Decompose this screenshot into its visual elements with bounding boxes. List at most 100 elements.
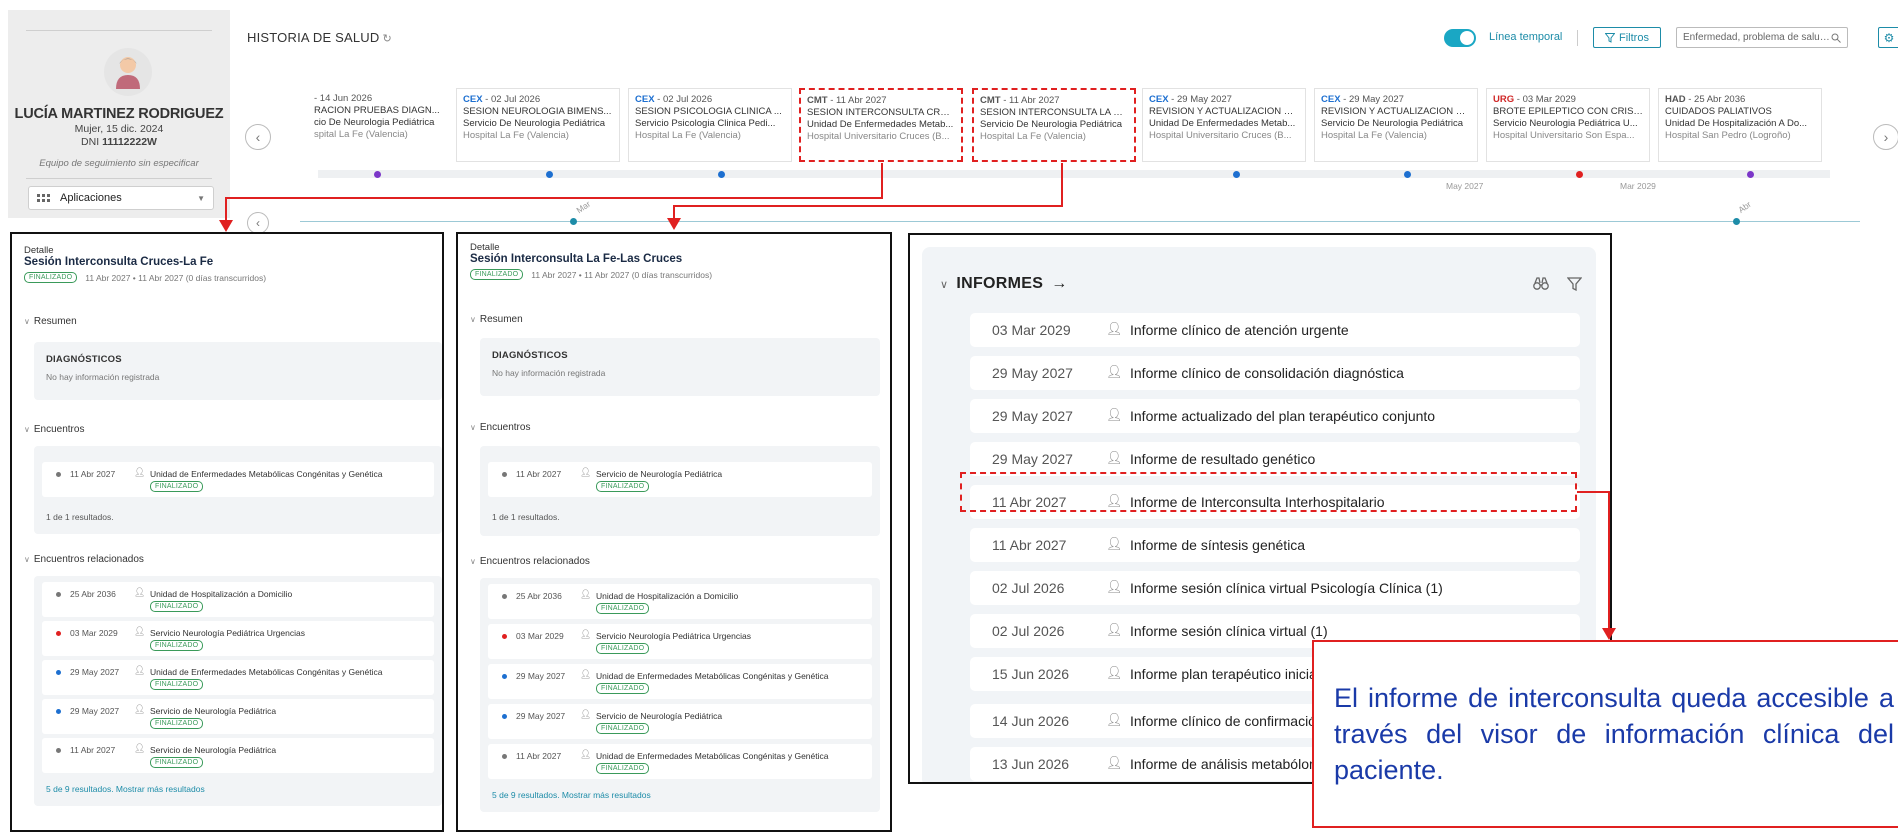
timeline-card[interactable]: CEX - 29 May 2027 REVISION Y ACTUALIZACIO… xyxy=(1314,88,1478,162)
related-encounter-row[interactable]: 11 Abr 2027 👤︎ Unidad de Enfermedades Me… xyxy=(488,744,872,779)
timeline-card-header: CEX - 02 Jul 2026 xyxy=(635,94,785,106)
section-title: Resumen xyxy=(33,316,77,327)
timeline-card[interactable]: CMT - 11 Abr 2027 SESION INTERCONSULTA CR… xyxy=(799,88,963,162)
timeline-dot[interactable] xyxy=(1747,171,1754,178)
informe-name: Informe sesión clínica virtual (1) xyxy=(1130,623,1328,639)
person-icon: 👤︎ xyxy=(1106,364,1123,379)
arrow-down-icon xyxy=(1602,628,1616,640)
informe-row[interactable]: 11 Abr 2027 👤︎ Informe de síntesis genétic… xyxy=(970,528,1580,562)
encounter-type: CMT xyxy=(807,95,828,106)
related-encounter-row[interactable]: 29 May 2027 👤︎ Servicio de Neurología Pe… xyxy=(488,704,872,739)
person-icon: 👤︎ xyxy=(134,626,146,636)
related-encounter-row[interactable]: 11 Abr 2027 👤︎ Servicio de Neurología Pe… xyxy=(42,738,434,773)
patient-card: LUCÍA MARTINEZ RODRIGUEZ Mujer, 15 dic. … xyxy=(8,10,230,218)
timeline-card-hospital: Hospital La Fe (Valencia) xyxy=(980,131,1086,142)
timeline-card[interactable]: - 14 Jun 2026 RACION PRUEBAS DIAGN... cio … xyxy=(284,88,454,162)
timeline-card-service: Servicio Psicologia Clinica Pedi... xyxy=(635,118,776,129)
related-encounter-row[interactable]: 29 May 2027 👤︎ Unidad de Enfermedades Me… xyxy=(488,664,872,699)
diagnosis-title: DIAGNÓSTICOS xyxy=(492,350,568,361)
related-encounter-row[interactable]: 03 Mar 2029 👤︎ Servicio Neurología Pediá… xyxy=(488,624,872,659)
informe-row[interactable]: 29 May 2027 👤︎ Informe actualizado del pla… xyxy=(970,399,1580,433)
axis-prev-button[interactable]: ‹ xyxy=(247,212,269,234)
section-encuentros-toggle[interactable]: ∨ Encuentros xyxy=(24,424,84,435)
show-more-link[interactable]: 5 de 9 resultados. Mostrar más resultado… xyxy=(46,784,205,794)
informe-row[interactable]: 03 Mar 2029 👤︎ Informe clínico de atención… xyxy=(970,313,1580,347)
show-more-link[interactable]: 5 de 9 resultados. Mostrar más resultado… xyxy=(492,790,651,800)
diagnosis-title: DIAGNÓSTICOS xyxy=(46,354,122,365)
encounter-unit: Unidad de Hospitalización a Domicilio xyxy=(150,589,293,599)
timeline-next-button[interactable]: › xyxy=(1873,124,1898,150)
related-encounter-row[interactable]: 03 Mar 2029 👤︎ Servicio Neurología Pediá… xyxy=(42,621,434,656)
detail-dates: 11 Abr 2027 • 11 Abr 2027 (0 días transc… xyxy=(85,272,267,283)
person-icon: 👤︎ xyxy=(1106,622,1123,637)
encounter-row[interactable]: 11 Abr 2027 👤︎ Servicio de Neurología Pe… xyxy=(488,462,872,497)
refresh-icon[interactable]: ↻ xyxy=(382,33,391,45)
encounter-date: 25 Abr 2036 xyxy=(70,589,116,599)
filters-button[interactable]: Filtros xyxy=(1593,27,1661,48)
connector-line xyxy=(225,197,883,199)
informe-date: 29 May 2027 xyxy=(992,451,1073,467)
divider xyxy=(26,178,212,179)
informe-row[interactable]: 29 May 2027 👤︎ Informe clínico de consolid… xyxy=(970,356,1580,390)
person-icon: 👤︎ xyxy=(580,629,592,639)
annotation-text: El informe de interconsulta queda accesi… xyxy=(1334,683,1894,785)
search-input[interactable]: Enfermedad, problema de salud... xyxy=(1676,27,1848,48)
encounter-date: 11 Abr 2027 xyxy=(70,745,116,755)
timeline-dot[interactable] xyxy=(1404,171,1411,178)
diagnosis-box: DIAGNÓSTICOS No hay información registra… xyxy=(34,342,442,400)
filter-icon xyxy=(1605,32,1616,43)
section-relacionados-toggle[interactable]: ∨ Encuentros relacionados xyxy=(24,554,144,565)
status-badge: FINALIZADO xyxy=(150,679,204,690)
timeline-dot[interactable] xyxy=(1233,171,1240,178)
timeline-dot[interactable] xyxy=(374,171,381,178)
encounter-date: - 03 Mar 2029 xyxy=(1514,94,1576,105)
chevron-right-icon: › xyxy=(1883,129,1889,145)
timeline-card-hospital: Hospital La Fe (Valencia) xyxy=(1321,130,1427,141)
related-encounter-row[interactable]: 29 May 2027 👤︎ Unidad de Enfermedades Me… xyxy=(42,660,434,695)
timeline-card[interactable]: CMT - 11 Abr 2027 SESION INTERCONSULTA LA… xyxy=(972,88,1136,162)
related-encounter-row[interactable]: 25 Abr 2036 👤︎ Unidad de Hospitalización… xyxy=(42,582,434,617)
filter-icon[interactable] xyxy=(1566,277,1583,295)
timeline-dot[interactable] xyxy=(546,171,553,178)
timeline-card[interactable]: CEX - 02 Jul 2026 SESION PSICOLOGIA CLINI… xyxy=(628,88,792,162)
timeline-card-service: Servicio Neurologia Pediátrica U... xyxy=(1493,118,1638,129)
timeline-dot[interactable] xyxy=(1576,171,1583,178)
encounter-unit: Unidad de Enfermedades Metabólicas Congé… xyxy=(596,671,829,681)
encounter-date: - 29 May 2027 xyxy=(1340,94,1404,105)
encounter-row[interactable]: 11 Abr 2027 👤︎ Unidad de Enfermedades Me… xyxy=(42,462,434,497)
timeline-card[interactable]: CEX - 02 Jul 2026 SESION NEUROLOGIA BIMEN… xyxy=(456,88,620,162)
person-icon: 👤︎ xyxy=(580,749,592,759)
timeline-card[interactable]: URG - 03 Mar 2029 BROTE EPILEPTICO CON CR… xyxy=(1486,88,1650,162)
section-relacionados-toggle[interactable]: ∨ Encuentros relacionados xyxy=(470,556,590,567)
section-title: Resumen xyxy=(479,314,523,325)
timeline-card[interactable]: CEX - 29 May 2027 REVISION Y ACTUALIZACIO… xyxy=(1142,88,1306,162)
encounter-date: 29 May 2027 xyxy=(516,711,566,721)
binoculars-icon[interactable] xyxy=(1533,277,1549,295)
section-resumen-toggle[interactable]: ∨ Resumen xyxy=(24,316,77,327)
related-encounter-row[interactable]: 29 May 2027 👤︎ Servicio de Neurología Pe… xyxy=(42,699,434,734)
informe-row[interactable]: 29 May 2027 👤︎ Informe de resultado genéti… xyxy=(970,442,1580,476)
section-title: Encuentros xyxy=(479,422,531,433)
timeline-toggle[interactable] xyxy=(1444,29,1476,47)
connector-line xyxy=(673,205,1063,207)
detail-title: Sesión Interconsulta La Fe-Las Cruces xyxy=(470,253,683,265)
status-dot xyxy=(502,674,507,679)
timeline-prev-button[interactable]: ‹ xyxy=(245,124,271,150)
apps-select[interactable]: Aplicaciones ▼ xyxy=(28,186,214,210)
settings-button[interactable]: ⚙ xyxy=(1878,27,1898,48)
informe-date: 29 May 2027 xyxy=(992,365,1073,381)
chevron-down-icon: ∨ xyxy=(940,278,949,291)
timeline-dot[interactable] xyxy=(718,171,725,178)
informe-date: 14 Jun 2026 xyxy=(992,713,1070,729)
related-encounter-row[interactable]: 25 Abr 2036 👤︎ Unidad de Hospitalización… xyxy=(488,584,872,619)
status-badge: FINALIZADO xyxy=(596,481,650,492)
section-encuentros-toggle[interactable]: ∨ Encuentros xyxy=(470,422,530,433)
timeline-card[interactable]: HAD - 25 Abr 2036 CUIDADOS PALIATIVOS Unid… xyxy=(1658,88,1822,162)
informe-row[interactable]: 02 Jul 2026 👤︎ Informe sesión clínica virt… xyxy=(970,571,1580,605)
section-resumen-toggle[interactable]: ∨ Resumen xyxy=(470,314,523,325)
encounter-date: - 29 May 2027 xyxy=(1168,94,1232,105)
encounter-date: - 11 Abr 2027 xyxy=(1000,95,1060,106)
detail-dates: 11 Abr 2027 • 11 Abr 2027 (0 días transc… xyxy=(531,269,713,280)
search-placeholder: Enfermedad, problema de salud... xyxy=(1683,32,1831,43)
informes-header[interactable]: ∨ INFORMES → xyxy=(940,275,1068,293)
